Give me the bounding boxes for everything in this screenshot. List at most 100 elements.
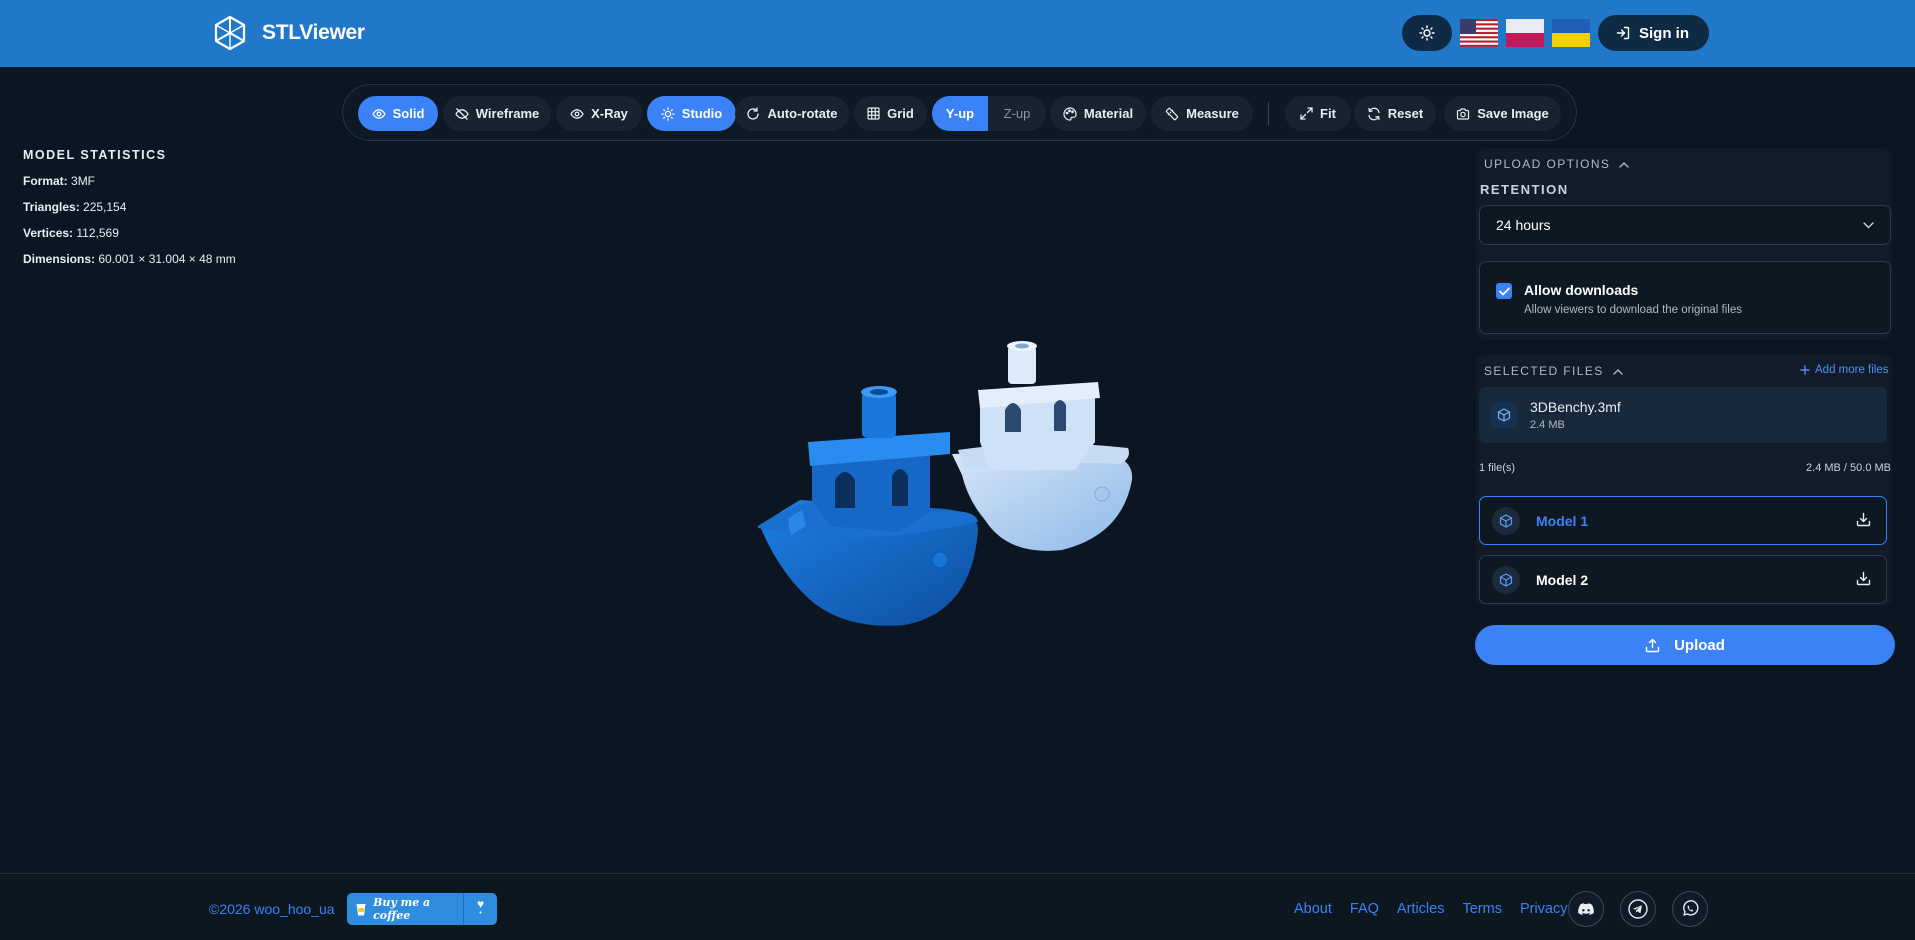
allow-downloads-checkbox[interactable] [1496,283,1512,299]
footer-link-about[interactable]: About [1294,901,1332,917]
model-1-mesh [758,386,978,626]
brand-name: STLViewer [262,21,365,44]
footer-link-faq[interactable]: FAQ [1350,901,1379,917]
header-actions: Sign in [1402,15,1709,51]
wireframe-button[interactable]: Wireframe [443,96,551,131]
xray-button[interactable]: X-Ray [556,96,642,131]
save-image-label: Save Image [1477,106,1549,121]
eye-icon [371,108,386,119]
heart-dot: • [479,910,482,917]
flag-pl-icon[interactable] [1506,19,1544,47]
brand[interactable]: STLViewer [212,15,365,51]
stat-vertices: Vertices: 112,569 [23,226,236,252]
file-size: 2.4 MB [1530,419,1565,431]
footer: ©2026 woo_hoo_ua Buy me a coffee ♥ • Abo… [0,873,1915,940]
maximize-icon [1300,107,1313,120]
files-total-size: 2.4 MB / 50.0 MB [1806,462,1891,474]
wireframe-label: Wireframe [475,106,540,121]
file-item[interactable]: 3DBenchy.3mf 2.4 MB [1479,387,1887,443]
download-icon[interactable] [1856,512,1871,527]
grid-button[interactable]: Grid [854,96,927,131]
stat-triangles-value: 225,154 [83,200,127,214]
toolbar-divider [1268,102,1269,125]
footer-link-privacy[interactable]: Privacy [1520,901,1568,917]
material-button[interactable]: Material [1050,96,1146,131]
whatsapp-icon [1683,900,1699,916]
z-up-option[interactable]: Z-up [988,96,1046,131]
rotate-icon [747,106,760,120]
reset-button[interactable]: Reset [1354,96,1436,131]
model-1-label: Model 1 [1536,513,1589,529]
retention-value: 24 hours [1496,217,1551,233]
selected-files-header[interactable]: SELECTED FILES [1484,364,1623,378]
retention-select[interactable]: 24 hours [1479,205,1891,245]
file-cube-icon [1491,402,1517,428]
stat-vertices-label: Vertices: [23,226,74,240]
save-image-button[interactable]: Save Image [1444,96,1561,131]
buy-me-a-coffee-button[interactable]: Buy me a coffee ♥ • [347,893,497,925]
model-2-label: Model 2 [1536,572,1589,588]
upload-options-header[interactable]: UPLOAD OPTIONS [1484,157,1629,171]
measure-button[interactable]: Measure [1151,96,1253,131]
sign-in-icon [1616,26,1630,40]
upload-button[interactable]: Upload [1475,625,1895,665]
footer-link-terms[interactable]: Terms [1462,901,1501,917]
model-cube-icon [1492,507,1520,535]
viewer-toolbar: Solid Wireframe X-Ray Studio Auto-rotate… [342,84,1577,141]
fit-label: Fit [1320,106,1336,121]
model-item-2[interactable]: Model 2 [1479,555,1887,604]
stat-dimensions-value: 60.001 × 31.004 × 48 mm [98,252,236,266]
stat-format-label: Format: [23,174,68,188]
sign-in-label: Sign in [1639,24,1689,42]
fit-button[interactable]: Fit [1285,96,1351,131]
model-statistics: MODEL STATISTICS Format: 3MF Triangles: … [23,148,236,278]
refresh-icon [1368,107,1380,120]
add-more-files-button[interactable]: Add more files [1800,364,1889,376]
palette-icon [1063,106,1077,121]
logo-cube-icon [214,15,246,51]
model-item-1[interactable]: Model 1 [1479,496,1887,545]
axis-toggle: Y-up Z-up [932,96,1046,131]
sun-icon [661,106,675,121]
check-icon [1498,287,1510,295]
whatsapp-button[interactable] [1672,891,1708,927]
copyright: ©2026 woo_hoo_ua [209,901,335,917]
allow-downloads-title: Allow downloads [1524,282,1639,298]
reset-label: Reset [1387,106,1424,121]
stat-triangles-label: Triangles: [23,200,80,214]
footer-link-articles[interactable]: Articles [1397,901,1445,917]
top-header: STLViewer Sign in [0,0,1915,67]
model-2-mesh [952,341,1133,551]
telegram-button[interactable] [1620,891,1656,927]
coffee-heart-icon: ♥ • [464,897,497,918]
selected-files-title: SELECTED FILES [1484,364,1604,378]
auto-rotate-button[interactable]: Auto-rotate [735,96,849,131]
allow-downloads-description: Allow viewers to download the original f… [1524,304,1742,316]
solid-button[interactable]: Solid [358,96,438,131]
studio-label: Studio [681,106,723,121]
ruler-icon [1165,107,1179,120]
studio-button[interactable]: Studio [647,96,736,131]
coffee-label: Buy me a coffee [373,896,431,922]
heart-glyph: ♥ [476,897,485,911]
telegram-icon [1628,899,1648,919]
discord-button[interactable] [1568,891,1604,927]
discord-icon [1578,902,1594,915]
measure-label: Measure [1186,106,1239,121]
flag-us-icon[interactable] [1460,19,1498,47]
theme-toggle-button[interactable] [1402,15,1452,51]
model-viewport[interactable] [740,330,1150,630]
flag-ua-icon[interactable] [1552,19,1590,47]
stats-title: MODEL STATISTICS [23,148,167,162]
stat-dimensions: Dimensions: 60.001 × 31.004 × 48 mm [23,252,236,278]
model-cube-icon [1492,566,1520,594]
material-label: Material [1083,106,1134,121]
footer-links: About FAQ Articles Terms Privacy [1294,901,1568,917]
y-up-option[interactable]: Y-up [932,96,988,131]
sign-in-button[interactable]: Sign in [1598,15,1709,51]
download-icon[interactable] [1856,571,1871,586]
files-count: 1 file(s) [1479,462,1516,474]
stat-dimensions-label: Dimensions: [23,252,96,266]
add-more-files-label: Add more files [1815,364,1889,376]
allow-downloads-option: Allow downloads Allow viewers to downloa… [1479,261,1891,334]
